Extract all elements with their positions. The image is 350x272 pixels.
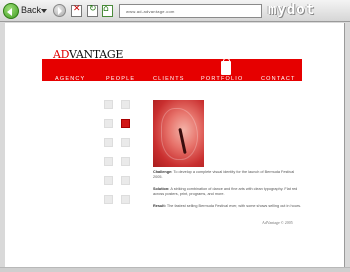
solution-text: Solution: A striking combination of danc… [153,187,303,197]
portfolio-thumbnail-selected[interactable] [121,119,130,128]
portfolio-thumbnail[interactable] [104,119,113,128]
copyright-credit: AdVantage © 2005 [262,220,293,225]
solution-body: A striking combination of dance and fine… [153,187,298,197]
back-button-label[interactable]: Back [21,5,41,15]
portfolio-thumbnail[interactable] [104,138,113,147]
address-bar[interactable]: www.ad-advantage.com [119,4,262,18]
result-text: Result: The fastest selling Bermuda Fest… [153,204,303,209]
festival-poster-image [153,100,204,167]
result-label: Result: [153,204,166,208]
nav-people[interactable]: PEOPLE [106,76,135,82]
portfolio-thumbnail[interactable] [104,157,113,166]
challenge-body: To develop a complete visual identity fo… [153,170,295,180]
status-bar [0,267,350,272]
solution-label: Solution: [153,187,170,191]
nav-agency[interactable]: AGENCY [55,76,85,82]
challenge-label: Challenge: [153,170,173,174]
portfolio-thumbnail[interactable] [121,100,130,109]
browser-toolbar: Back www.ad-advantage.com mydot [0,0,350,22]
home-icon[interactable] [102,4,113,17]
back-arrow-icon[interactable] [3,3,19,19]
nav-contact[interactable]: CONTACT [261,76,296,82]
web-page: ADVANTAGE AGENCY PEOPLE CLIENTS PORTFOLI… [5,23,345,267]
portfolio-thumbnail[interactable] [121,157,130,166]
result-body: The fastest selling Bermuda Festival eve… [166,204,302,208]
nav-clients[interactable]: CLIENTS [153,76,185,82]
back-history-dropdown-icon[interactable] [41,9,47,13]
challenge-text: Challenge: To develop a complete visual … [153,170,303,180]
refresh-icon[interactable] [87,4,98,17]
brand-watermark: mydot [268,2,316,18]
portfolio-bag-icon [221,58,231,75]
stop-icon[interactable] [71,4,82,17]
portfolio-thumbnail[interactable] [104,195,113,204]
portfolio-thumbnail[interactable] [121,176,130,185]
portfolio-thumbnail[interactable] [104,176,113,185]
forward-arrow-icon[interactable] [53,4,66,17]
portfolio-thumbnail[interactable] [104,100,113,109]
nav-portfolio[interactable]: PORTFOLIO [201,76,243,82]
portfolio-thumbnail[interactable] [121,195,130,204]
portfolio-thumbnail[interactable] [121,138,130,147]
